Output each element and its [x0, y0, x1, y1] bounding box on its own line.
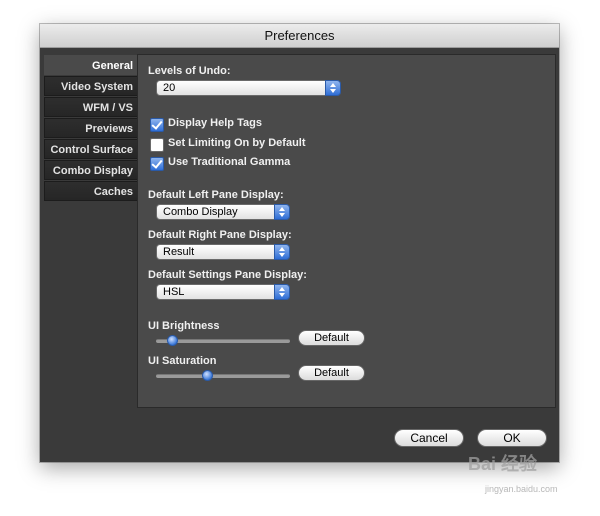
- sidebar-item-combo-display[interactable]: Combo Display: [44, 160, 137, 180]
- settings-pane-value: HSL: [163, 286, 185, 298]
- ui-saturation-default-button[interactable]: Default: [298, 365, 365, 381]
- right-pane-value: Result: [163, 246, 195, 258]
- checkbox-checked-icon: [150, 157, 164, 171]
- set-limiting-label: Set Limiting On by Default: [168, 137, 306, 149]
- baidu-watermark: Bai 经验: [468, 454, 538, 474]
- sidebar-item-previews[interactable]: Previews: [44, 118, 137, 138]
- levels-of-undo-select[interactable]: 20: [156, 80, 341, 96]
- settings-pane-select[interactable]: HSL: [156, 284, 290, 300]
- display-help-tags-label: Display Help Tags: [168, 117, 262, 129]
- right-pane-select[interactable]: Result: [156, 244, 290, 260]
- right-pane-label: Default Right Pane Display:: [148, 229, 292, 241]
- sidebar-item-caches[interactable]: Caches: [44, 181, 137, 201]
- preferences-window: Preferences General Video System WFM / V…: [40, 24, 559, 462]
- slider-track: [156, 374, 290, 378]
- checkbox-checked-icon: [150, 118, 164, 132]
- left-pane-value: Combo Display: [163, 206, 238, 218]
- ui-saturation-label: UI Saturation: [148, 355, 217, 367]
- sidebar-item-video-system[interactable]: Video System: [44, 76, 137, 96]
- ui-brightness-default-button[interactable]: Default: [298, 330, 365, 346]
- select-arrows-icon: [274, 284, 290, 300]
- select-arrows-icon: [325, 80, 341, 96]
- settings-pane-label: Default Settings Pane Display:: [148, 269, 307, 281]
- levels-of-undo-label: Levels of Undo:: [148, 65, 231, 77]
- left-pane-select[interactable]: Combo Display: [156, 204, 290, 220]
- traditional-gamma-label: Use Traditional Gamma: [168, 156, 291, 168]
- window-title: Preferences: [40, 24, 559, 48]
- ui-brightness-slider[interactable]: [156, 335, 290, 346]
- sidebar-item-wfm-vs[interactable]: WFM / VS: [44, 97, 137, 117]
- cancel-button[interactable]: Cancel: [394, 429, 464, 447]
- select-arrows-icon: [274, 244, 290, 260]
- slider-thumb[interactable]: [201, 370, 213, 381]
- baidu-watermark-url: jingyan.baidu.com: [485, 484, 558, 494]
- levels-of-undo-value: 20: [163, 82, 176, 94]
- sidebar-item-control-surface[interactable]: Control Surface: [44, 139, 137, 159]
- select-arrows-icon: [274, 204, 290, 220]
- ui-brightness-label: UI Brightness: [148, 320, 220, 332]
- general-settings-panel: Levels of Undo: 20 Display Help Tags Set…: [137, 54, 556, 408]
- left-pane-label: Default Left Pane Display:: [148, 189, 284, 201]
- ok-button[interactable]: OK: [477, 429, 547, 447]
- slider-thumb[interactable]: [167, 335, 179, 346]
- ui-saturation-slider[interactable]: [156, 370, 290, 381]
- preferences-sidebar: General Video System WFM / VS Previews C…: [44, 55, 137, 202]
- sidebar-item-general[interactable]: General: [44, 55, 137, 75]
- checkbox-unchecked-icon: [150, 138, 164, 152]
